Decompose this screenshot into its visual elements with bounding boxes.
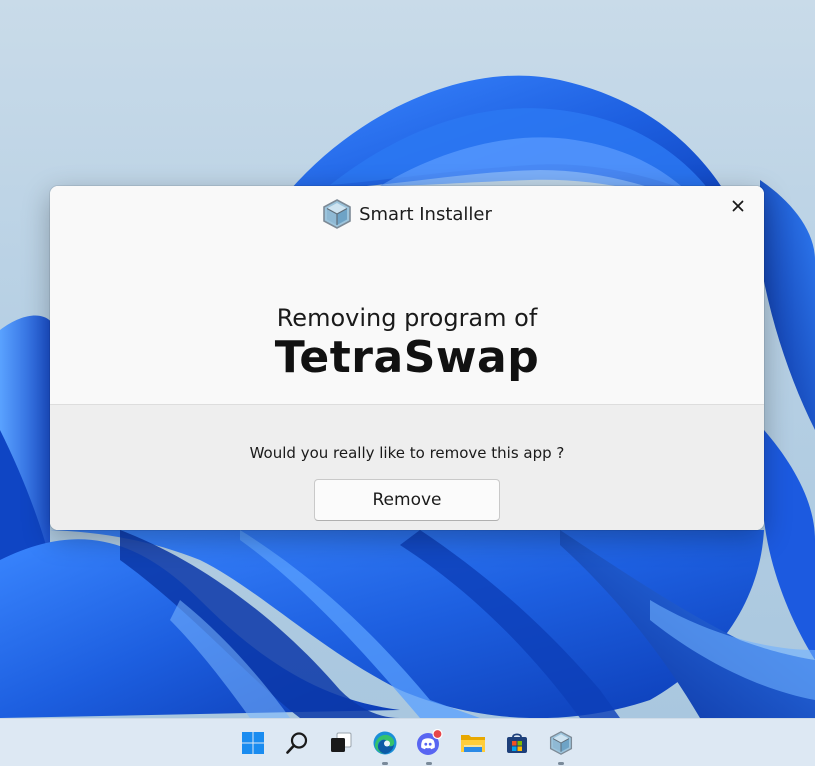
edge-browser-icon bbox=[373, 731, 397, 755]
smart-installer-icon bbox=[549, 731, 573, 755]
window-title: Smart Installer bbox=[359, 203, 492, 225]
microsoft-store-button[interactable] bbox=[499, 725, 535, 761]
discord-icon bbox=[417, 729, 443, 755]
edge-taskbar-button[interactable] bbox=[367, 725, 403, 765]
program-name-heading: TetraSwap bbox=[274, 332, 540, 383]
task-view-button[interactable] bbox=[323, 725, 359, 761]
file-explorer-button[interactable] bbox=[455, 725, 491, 761]
cube-icon bbox=[323, 199, 351, 229]
dialog-header-area: Smart Installer Removing program of Tetr… bbox=[50, 186, 764, 405]
search-button[interactable] bbox=[279, 725, 315, 761]
confirmation-question: Would you really like to remove this app… bbox=[249, 444, 565, 462]
taskbar bbox=[0, 718, 815, 766]
file-explorer-icon bbox=[461, 735, 485, 752]
running-indicator bbox=[558, 762, 564, 765]
running-indicator bbox=[382, 762, 388, 765]
running-indicator bbox=[426, 762, 432, 765]
heading-subtitle: Removing program of bbox=[276, 304, 538, 332]
smart-installer-taskbar-button[interactable] bbox=[543, 725, 579, 765]
close-icon bbox=[732, 200, 744, 212]
remove-button[interactable]: Remove bbox=[314, 479, 500, 521]
windows-start-icon bbox=[242, 732, 264, 754]
close-button[interactable] bbox=[724, 192, 752, 220]
microsoft-store-icon bbox=[507, 733, 527, 753]
discord-taskbar-button[interactable] bbox=[411, 725, 447, 765]
title-bar: Smart Installer bbox=[50, 196, 764, 232]
notification-badge bbox=[432, 729, 443, 740]
smart-installer-dialog: Smart Installer Removing program of Tetr… bbox=[50, 186, 764, 530]
search-icon bbox=[286, 732, 308, 754]
task-view-icon bbox=[331, 732, 352, 752]
start-button[interactable] bbox=[235, 725, 271, 761]
